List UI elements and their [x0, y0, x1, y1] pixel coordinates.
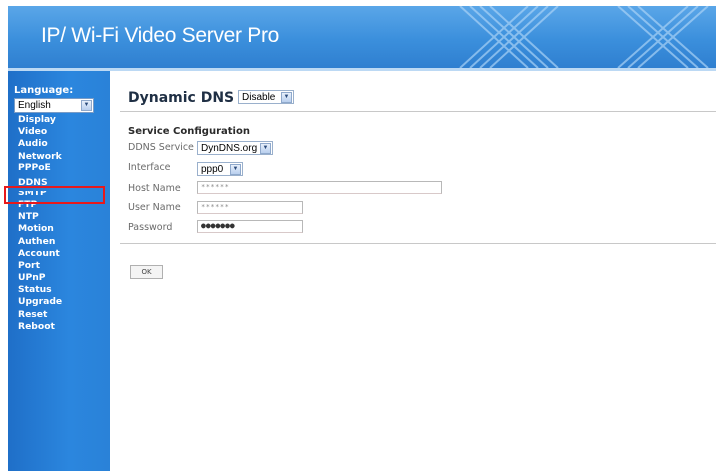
chevron-down-icon[interactable]: ▼: [281, 92, 292, 103]
page-title: Dynamic DNS: [128, 90, 235, 106]
interface-select[interactable]: ppp0 ▼: [197, 162, 243, 176]
language-select[interactable]: English ▼: [14, 98, 94, 113]
language-value: English: [18, 100, 51, 111]
ddns-service-value: DynDNS.org: [201, 143, 258, 154]
ddns-service-select[interactable]: DynDNS.org ▼: [197, 141, 273, 155]
main-panel: Dynamic DNS Disable ▼ Service Configurat…: [110, 71, 716, 471]
divider-bottom: [120, 243, 716, 244]
chevron-down-icon[interactable]: ▼: [260, 143, 271, 154]
sidebar-item-reset[interactable]: Reset: [8, 309, 110, 321]
sidebar-item-reboot[interactable]: Reboot: [8, 321, 110, 333]
interface-label: Interface: [128, 162, 171, 173]
password-label: Password: [128, 222, 173, 233]
ddns-mode-select[interactable]: Disable ▼: [238, 90, 294, 104]
password-input[interactable]: ●●●●●●●: [197, 220, 303, 233]
sidebar-item-port[interactable]: Port: [8, 260, 110, 272]
host-name-label: Host Name: [128, 183, 181, 194]
sidebar-item-ntp[interactable]: NTP: [8, 211, 110, 223]
host-name-input[interactable]: ******: [197, 181, 442, 194]
sidebar-item-motion[interactable]: Motion: [8, 223, 110, 235]
sidebar-item-upnp[interactable]: UPnP: [8, 272, 110, 284]
ddns-mode-value: Disable: [242, 92, 276, 103]
chevron-down-icon[interactable]: ▼: [230, 164, 241, 175]
sidebar-item-upgrade[interactable]: Upgrade: [8, 296, 110, 308]
sidebar-item-video[interactable]: Video: [8, 126, 110, 138]
ddns-service-label: DDNS Service: [128, 142, 194, 153]
language-label: Language:: [14, 85, 74, 96]
app-title: IP/ Wi-Fi Video Server Pro: [41, 24, 280, 47]
sidebar: Language: English ▼ Display Video Audio …: [8, 71, 110, 471]
sidebar-item-audio[interactable]: Audio: [8, 138, 110, 150]
sidebar-item-account[interactable]: Account: [8, 248, 110, 260]
interface-value: ppp0: [201, 164, 224, 175]
user-name-label: User Name: [128, 202, 181, 213]
chevron-down-icon[interactable]: ▼: [81, 100, 92, 111]
sidebar-item-pppoe[interactable]: PPPoE: [8, 163, 110, 170]
header-banner: IP/ Wi-Fi Video Server Pro: [8, 6, 716, 68]
sidebar-menu: Display Video Audio Network PPPoE DDNS S…: [8, 114, 110, 333]
active-item-highlight: [4, 186, 105, 204]
sidebar-item-authen[interactable]: Authen: [8, 236, 110, 248]
divider-top: [120, 111, 716, 112]
ok-button[interactable]: OK: [130, 265, 163, 279]
user-name-input[interactable]: ******: [197, 201, 303, 214]
sidebar-item-display[interactable]: Display: [8, 114, 110, 126]
sidebar-item-network[interactable]: Network: [8, 151, 110, 163]
section-title: Service Configuration: [128, 126, 250, 137]
sidebar-item-status[interactable]: Status: [8, 284, 110, 296]
